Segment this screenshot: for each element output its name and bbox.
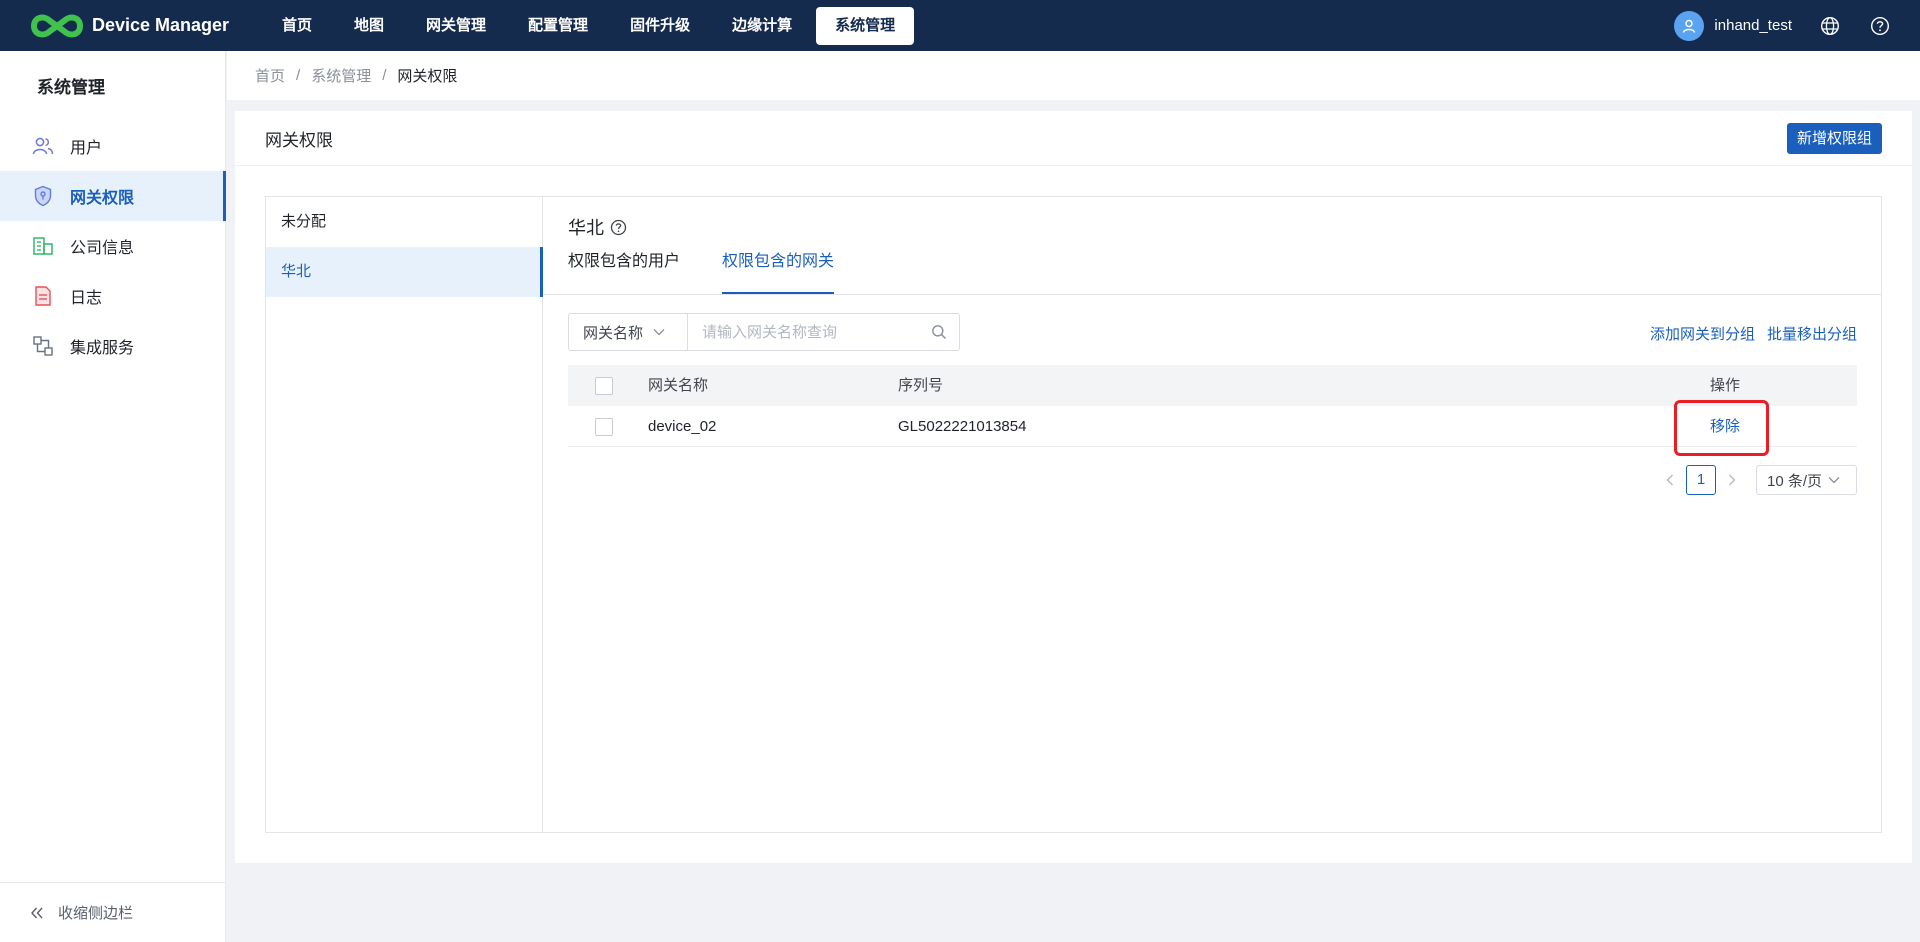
bulk-actions: 添加网关到分组 批量移出分组 bbox=[1638, 323, 1857, 344]
chevron-down-icon bbox=[1828, 476, 1840, 484]
globe-icon[interactable] bbox=[1820, 16, 1840, 36]
users-icon bbox=[32, 135, 54, 157]
sidebar-item-label: 集成服务 bbox=[70, 340, 135, 357]
page-title: 网关权限 bbox=[265, 130, 333, 150]
page-size-select[interactable]: 10 条/页 bbox=[1756, 465, 1857, 495]
nav-system-management[interactable]: 系统管理 bbox=[816, 6, 915, 45]
permission-panel: 未分配 华北 华北 权限包含的用户 权限包含的网关 网关名称 请输入网关名称查询… bbox=[265, 196, 1882, 833]
sidebar: 系统管理 用户 网关权限 公司信息 日志 集成服务 收缩侧边栏 bbox=[0, 51, 226, 942]
prev-page-icon[interactable] bbox=[1658, 465, 1682, 495]
table-header: 网关名称 序列号 操作 bbox=[568, 365, 1857, 406]
gateway-name-cell: device_02 bbox=[648, 418, 717, 435]
collapse-sidebar-button[interactable]: 收缩侧边栏 bbox=[0, 882, 225, 942]
gateway-table: 网关名称 序列号 操作 device_02 GL5022221013854 移除 bbox=[568, 365, 1857, 447]
sidebar-title: 系统管理 bbox=[37, 78, 105, 97]
sidebar-item-integration[interactable]: 集成服务 bbox=[0, 321, 225, 371]
log-document-icon bbox=[32, 285, 54, 307]
card-header: 网关权限 新增权限组 bbox=[235, 111, 1912, 166]
search-filter: 网关名称 bbox=[568, 313, 960, 351]
add-gateway-to-group-link[interactable]: 添加网关到分组 bbox=[1650, 323, 1755, 344]
sidebar-item-label: 日志 bbox=[70, 290, 103, 307]
group-title-text: 华北 bbox=[568, 218, 604, 238]
user-avatar-icon bbox=[1674, 10, 1705, 41]
sidebar-item-label: 网关权限 bbox=[70, 190, 135, 207]
row-checkbox[interactable] bbox=[595, 418, 613, 436]
breadcrumb-separator: / bbox=[382, 67, 387, 84]
top-navbar: Device Manager 首页 地图 网关管理 配置管理 固件升级 边缘计算… bbox=[0, 0, 1920, 51]
filter-field-select[interactable]: 网关名称 bbox=[569, 314, 688, 350]
breadcrumb-separator: / bbox=[296, 67, 301, 84]
breadcrumb-current: 网关权限 bbox=[397, 68, 458, 85]
filter-field-label: 网关名称 bbox=[583, 324, 644, 342]
sidebar-item-label: 公司信息 bbox=[70, 240, 135, 257]
collapse-sidebar-label: 收缩侧边栏 bbox=[58, 905, 134, 922]
nav-edge-computing[interactable]: 边缘计算 bbox=[714, 7, 810, 45]
search-icon[interactable] bbox=[919, 314, 959, 350]
page-size-label: 10 条/页 bbox=[1767, 472, 1823, 490]
main-nav: 首页 地图 网关管理 配置管理 固件升级 边缘计算 系统管理 bbox=[264, 0, 920, 51]
search-input[interactable] bbox=[688, 314, 919, 350]
breadcrumb-home[interactable]: 首页 bbox=[255, 65, 285, 86]
group-item-unassigned[interactable]: 未分配 bbox=[266, 197, 542, 247]
nav-map[interactable]: 地图 bbox=[336, 7, 402, 45]
group-list: 未分配 华北 bbox=[266, 197, 543, 832]
next-page-icon[interactable] bbox=[1720, 465, 1744, 495]
tab-gateways-in-permission[interactable]: 权限包含的网关 bbox=[722, 247, 835, 294]
column-header-gateway-name: 网关名称 bbox=[648, 377, 709, 394]
nav-firmware-upgrade[interactable]: 固件升级 bbox=[612, 7, 708, 45]
sidebar-item-label: 用户 bbox=[70, 140, 103, 157]
breadcrumb-system-management[interactable]: 系统管理 bbox=[311, 65, 371, 86]
nav-config-management[interactable]: 配置管理 bbox=[510, 7, 606, 45]
page-number-current[interactable]: 1 bbox=[1686, 465, 1716, 495]
double-chevron-left-icon bbox=[30, 906, 44, 920]
chevron-down-icon bbox=[653, 328, 665, 336]
group-item-north-china[interactable]: 华北 bbox=[266, 247, 543, 297]
username: inhand_test bbox=[1714, 17, 1792, 34]
building-icon bbox=[32, 235, 54, 257]
integration-icon bbox=[32, 335, 54, 357]
content-card: 网关权限 新增权限组 未分配 华北 华北 权限包含的用户 权限包含的网关 网关名… bbox=[235, 111, 1912, 863]
breadcrumb: 首页 / 系统管理 / 网关权限 bbox=[227, 51, 1920, 100]
brand-name: Device Manager bbox=[92, 15, 230, 35]
batch-remove-from-group-link[interactable]: 批量移出分组 bbox=[1767, 323, 1857, 344]
column-header-actions: 操作 bbox=[1710, 377, 1741, 394]
nav-home[interactable]: 首页 bbox=[264, 7, 330, 45]
nav-gateway-management[interactable]: 网关管理 bbox=[408, 7, 504, 45]
top-right-tools: inhand_test bbox=[1674, 0, 1920, 51]
brand-logo-icon bbox=[30, 14, 84, 37]
group-detail: 华北 权限包含的用户 权限包含的网关 网关名称 请输入网关名称查询 添加网关到分… bbox=[544, 197, 1881, 832]
remove-gateway-link[interactable]: 移除 bbox=[1710, 406, 1740, 447]
sidebar-item-gateway-permissions[interactable]: 网关权限 bbox=[0, 171, 226, 221]
tab-users-in-permission[interactable]: 权限包含的用户 bbox=[568, 247, 680, 294]
select-all-checkbox[interactable] bbox=[595, 377, 613, 395]
group-title: 华北 bbox=[568, 214, 627, 240]
user-menu[interactable]: inhand_test bbox=[1674, 10, 1792, 41]
sidebar-item-company-info[interactable]: 公司信息 bbox=[0, 221, 225, 271]
shield-icon bbox=[32, 185, 54, 207]
sidebar-item-users[interactable]: 用户 bbox=[0, 121, 225, 171]
question-circle-icon[interactable] bbox=[610, 219, 627, 236]
add-permission-group-button[interactable]: 新增权限组 bbox=[1786, 123, 1882, 154]
pagination: 1 10 条/页 bbox=[1658, 465, 1857, 495]
sidebar-item-logs[interactable]: 日志 bbox=[0, 271, 225, 321]
serial-number-cell: GL5022221013854 bbox=[898, 418, 1027, 435]
help-circle-icon[interactable] bbox=[1870, 16, 1890, 36]
detail-tabs: 权限包含的用户 权限包含的网关 bbox=[544, 247, 1881, 295]
column-header-serial: 序列号 bbox=[898, 377, 944, 394]
brand[interactable]: Device Manager bbox=[30, 11, 260, 41]
table-row: device_02 GL5022221013854 移除 bbox=[568, 406, 1857, 447]
